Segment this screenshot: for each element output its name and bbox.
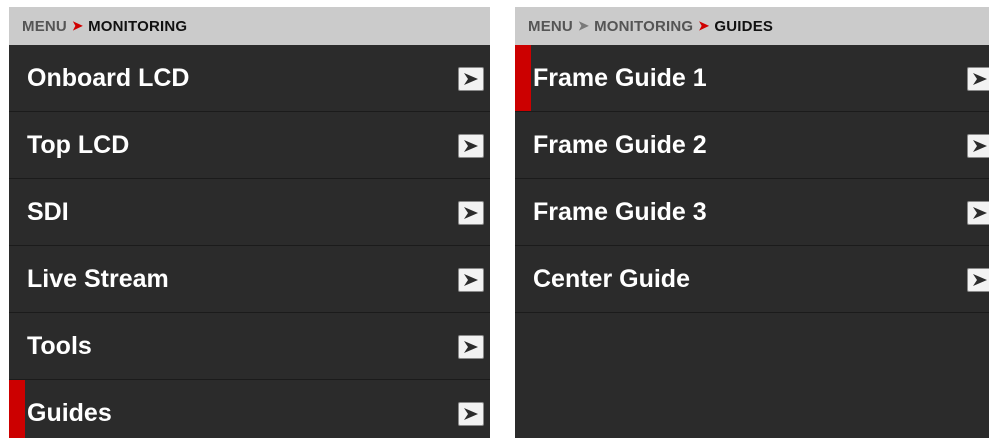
chevron-arrow-right-icon[interactable] <box>458 402 484 426</box>
chevron-arrow-right-icon[interactable] <box>458 134 484 158</box>
chevron-arrow-right-icon[interactable] <box>967 67 989 91</box>
menu-item-sdi[interactable]: SDI <box>9 179 490 246</box>
menu-item-label: Center Guide <box>533 264 690 293</box>
menu-item-frame-guide-1[interactable]: Frame Guide 1 <box>515 45 989 112</box>
breadcrumb-separator-icon: ➤ <box>698 18 710 33</box>
chevron-arrow-right-icon[interactable] <box>458 268 484 292</box>
menu-item-label: Frame Guide 1 <box>533 63 707 92</box>
chevron-arrow-right-icon[interactable] <box>458 335 484 359</box>
chevron-arrow-right-icon[interactable] <box>458 67 484 91</box>
breadcrumb: MENU ➤ MONITORING ➤ GUIDES <box>515 7 989 45</box>
monitoring-menu-panel: MENU ➤ MONITORING Onboard LCD Top LCD SD… <box>9 7 490 438</box>
selection-marker <box>515 45 531 111</box>
menu-item-frame-guide-2[interactable]: Frame Guide 2 <box>515 112 989 179</box>
menu-item-label: SDI <box>27 197 69 226</box>
menu-item-center-guide[interactable]: Center Guide <box>515 246 989 313</box>
menu-item-label: Frame Guide 3 <box>533 197 707 226</box>
menu-item-label: Top LCD <box>27 130 130 159</box>
breadcrumb: MENU ➤ MONITORING <box>9 7 490 45</box>
menu-item-live-stream[interactable]: Live Stream <box>9 246 490 313</box>
breadcrumb-item-guides: GUIDES <box>714 17 774 35</box>
menu-item-label: Live Stream <box>27 264 169 293</box>
breadcrumb-item-monitoring[interactable]: MONITORING <box>594 18 693 35</box>
chevron-arrow-right-icon[interactable] <box>458 201 484 225</box>
menu-item-label: Tools <box>27 331 92 360</box>
chevron-arrow-right-icon[interactable] <box>967 201 989 225</box>
breadcrumb-separator-icon: ➤ <box>577 18 590 33</box>
chevron-arrow-right-icon[interactable] <box>967 268 989 292</box>
selection-marker <box>9 380 25 438</box>
menu-item-label: Onboard LCD <box>27 63 190 92</box>
menu-item-top-lcd[interactable]: Top LCD <box>9 112 490 179</box>
menu-item-label: Frame Guide 2 <box>533 130 707 159</box>
menu-item-onboard-lcd[interactable]: Onboard LCD <box>9 45 490 112</box>
menu-item-frame-guide-3[interactable]: Frame Guide 3 <box>515 179 989 246</box>
guides-menu-panel: MENU ➤ MONITORING ➤ GUIDES Frame Guide 1… <box>515 7 989 438</box>
breadcrumb-item-menu[interactable]: MENU <box>528 18 573 35</box>
menu-item-tools[interactable]: Tools <box>9 313 490 380</box>
breadcrumb-item-menu[interactable]: MENU <box>22 18 67 35</box>
breadcrumb-separator-icon: ➤ <box>71 18 84 33</box>
menu-item-guides[interactable]: Guides <box>9 380 490 438</box>
chevron-arrow-right-icon[interactable] <box>967 134 989 158</box>
breadcrumb-item-monitoring: MONITORING <box>88 17 188 35</box>
